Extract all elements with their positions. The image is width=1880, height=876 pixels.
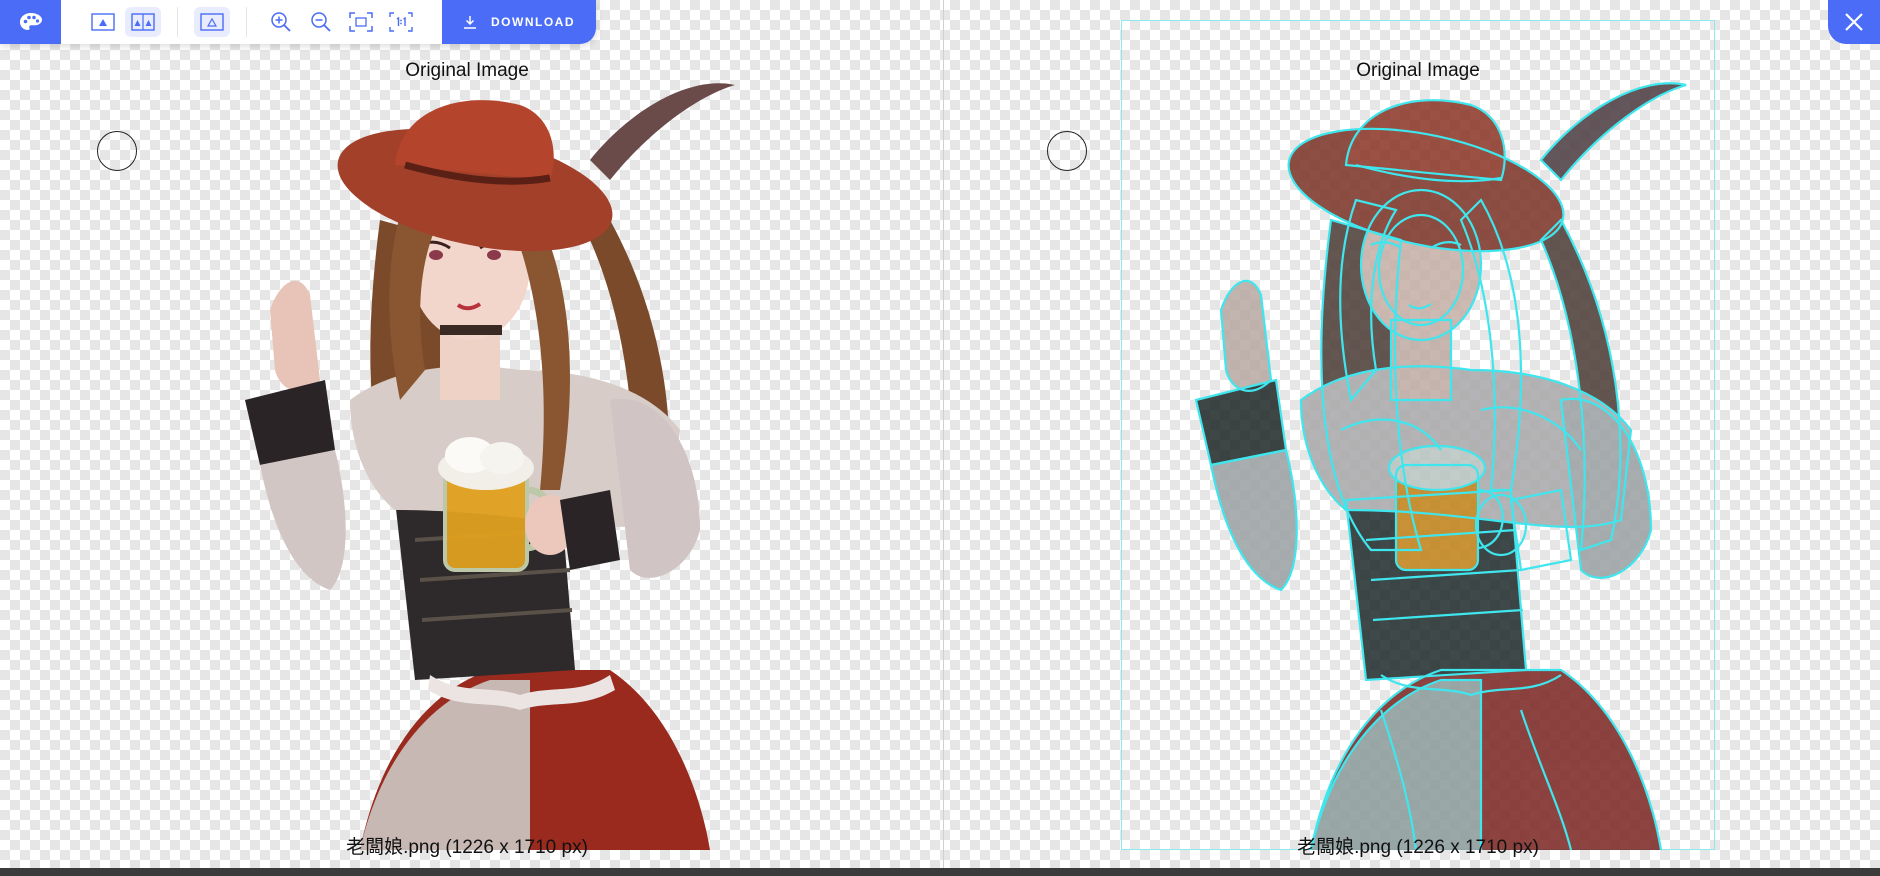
download-label: DOWNLOAD [491, 15, 575, 29]
original-image [245, 83, 735, 850]
single-view-icon [91, 13, 115, 31]
zoom-out-icon [311, 12, 331, 32]
download-icon [464, 16, 476, 29]
brush-cursor [97, 131, 137, 171]
single-view-button[interactable] [85, 7, 121, 37]
actual-size-icon [389, 12, 413, 32]
toolbar-separator [177, 7, 178, 37]
palette-button[interactable] [0, 0, 61, 44]
palette-icon [19, 13, 42, 30]
left-panel-caption: 老闆娘.png (1226 x 1710 px) [346, 837, 588, 858]
toolbar-separator [246, 7, 247, 37]
panel-divider [943, 0, 944, 868]
download-button[interactable]: DOWNLOAD [442, 0, 596, 44]
side-by-side-view-icon [131, 13, 155, 31]
outline-view-icon [200, 13, 224, 31]
toolbar: DOWNLOAD [0, 0, 596, 44]
zoom-out-button[interactable] [303, 7, 339, 37]
zoom-in-button[interactable] [263, 7, 299, 37]
fit-to-screen-button[interactable] [343, 7, 379, 37]
actual-size-button[interactable] [383, 7, 419, 37]
brush-cursor [1047, 131, 1087, 171]
zoom-in-icon [271, 12, 291, 32]
close-icon [1845, 13, 1863, 31]
side-by-side-view-button[interactable] [125, 7, 161, 37]
bottom-bar [0, 868, 1880, 876]
close-button[interactable] [1828, 0, 1880, 44]
outlined-image [1194, 82, 1687, 850]
right-panel-caption: 老闆娘.png (1226 x 1710 px) [1297, 837, 1539, 858]
fit-to-screen-icon [349, 12, 373, 32]
outline-view-button[interactable] [194, 7, 230, 37]
